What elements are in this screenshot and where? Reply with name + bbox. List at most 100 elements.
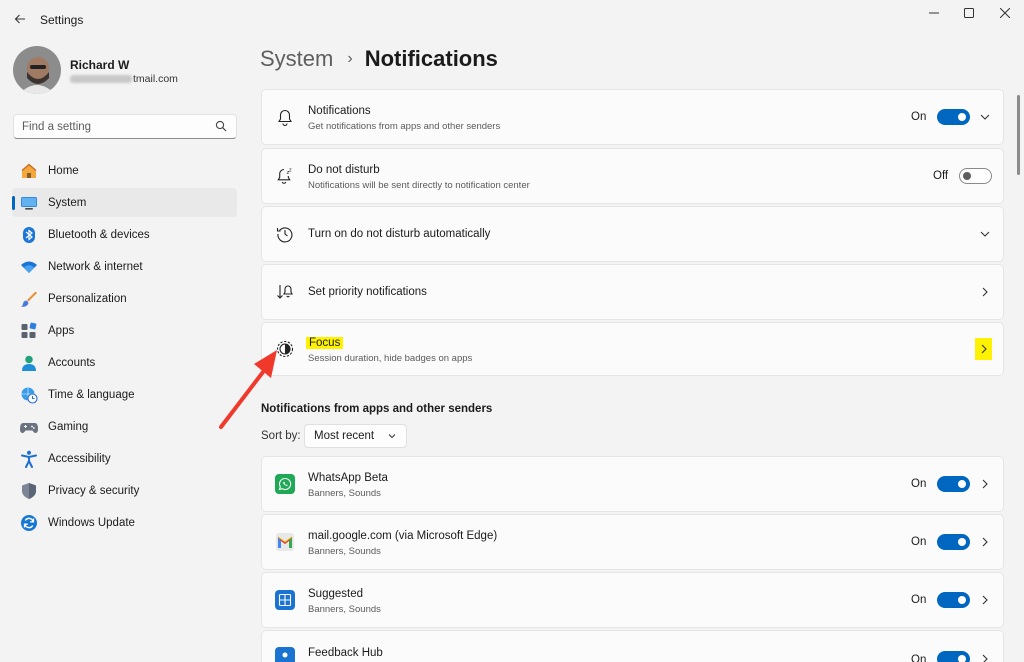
back-button[interactable] [8,7,32,31]
priority-notifications-setting[interactable]: Set priority notifications [261,264,1004,320]
app-row-gmail[interactable]: mail.google.com (via Microsoft Edge) Ban… [261,514,1004,570]
breadcrumb-separator: › [347,50,353,67]
app-title: Settings [40,13,84,27]
feedback-hub-icon [275,647,295,662]
minimize-button[interactable] [916,0,952,26]
focus-icon [275,339,295,359]
app-state: On [911,594,927,606]
notifications-setting[interactable]: Notifications Get notifications from app… [261,89,1004,145]
user-photo-icon [13,46,61,94]
sidebar-item-system[interactable]: System [12,188,237,217]
chevron-right-icon[interactable] [977,592,993,608]
sidebar-item-home[interactable]: Home [12,156,237,185]
app-row-feedback-hub[interactable]: Feedback Hub On [261,630,1004,662]
chevron-down-icon[interactable] [977,109,993,125]
focus-setting[interactable]: Focus Session duration, hide badges on a… [261,322,1004,376]
scrollbar-thumb[interactable] [1017,95,1020,175]
app-toggle[interactable] [937,651,970,662]
sidebar-item-label: Windows Update [48,516,135,529]
dnd-toggle[interactable] [959,168,992,184]
breadcrumb-parent[interactable]: System [260,46,333,72]
dnd-title: Do not disturb [308,164,380,176]
sidebar: Richard W tmail.com Home System Bluetoot… [0,38,248,662]
auto-dnd-setting[interactable]: Turn on do not disturb automatically [261,206,1004,262]
sidebar-item-network[interactable]: Network & internet [12,252,237,281]
avatar[interactable] [13,46,61,94]
sidebar-item-label: Privacy & security [48,484,140,497]
notifications-toggle[interactable] [937,109,970,125]
user-email: tmail.com [70,73,178,85]
search-input[interactable] [14,115,204,138]
notifications-subtitle: Get notifications from apps and other se… [308,121,501,132]
back-arrow-icon [14,14,25,24]
sidebar-item-bluetooth[interactable]: Bluetooth & devices [12,220,237,249]
sidebar-item-label: Accessibility [48,452,111,465]
app-name: mail.google.com (via Microsoft Edge) [308,530,498,542]
sidebar-item-label: Bluetooth & devices [48,228,150,241]
do-not-disturb-bell-icon: zz [275,166,295,186]
sidebar-item-windows-update[interactable]: Windows Update [12,508,237,537]
do-not-disturb-setting[interactable]: zz Do not disturb Notifications will be … [261,148,1004,204]
app-state: On [911,478,927,490]
close-button[interactable] [987,0,1023,26]
user-name: Richard W [70,58,130,72]
focus-subtitle: Session duration, hide badges on apps [308,353,473,364]
gmail-icon [275,532,295,552]
maximize-icon [964,8,974,18]
email-redaction [70,75,132,84]
sidebar-item-label: System [48,196,87,209]
app-toggle[interactable] [937,534,970,550]
bell-icon [275,107,295,127]
sidebar-item-accounts[interactable]: Accounts [12,348,237,377]
chevron-right-icon[interactable] [977,284,993,300]
app-toggle[interactable] [937,476,970,492]
sidebar-item-privacy[interactable]: Privacy & security [12,476,237,505]
minimize-icon [929,12,939,14]
sidebar-item-apps[interactable]: Apps [12,316,237,345]
user-email-suffix: tmail.com [133,73,178,85]
system-icon [19,193,39,213]
search-box[interactable] [13,114,237,139]
close-icon [1000,8,1010,18]
sidebar-item-label: Accounts [48,356,96,369]
wifi-icon [19,257,39,277]
app-detail: Banners, Sounds [308,488,381,499]
app-detail: Banners, Sounds [308,546,381,557]
sidebar-item-time-language[interactable]: Time & language [12,380,237,409]
home-icon [19,161,39,181]
maximize-button[interactable] [951,0,987,26]
bluetooth-icon [19,225,39,245]
focus-title: Focus [306,337,344,349]
sort-dropdown[interactable]: Most recent [304,424,407,448]
chevron-right-icon[interactable] [977,476,993,492]
app-name: Feedback Hub [308,647,383,659]
notifications-title: Notifications [308,105,371,117]
chevron-right-icon[interactable] [975,338,992,360]
suggested-icon [275,590,295,610]
sidebar-item-gaming[interactable]: Gaming [12,412,237,441]
dnd-state: Off [933,170,949,182]
chevron-down-icon[interactable] [977,226,993,242]
sort-value: Most recent [314,430,375,442]
app-detail: Banners, Sounds [308,604,381,615]
app-row-suggested[interactable]: Suggested Banners, Sounds On [261,572,1004,628]
notifications-state: On [911,111,927,123]
gamepad-icon [19,417,39,437]
auto-dnd-title: Turn on do not disturb automatically [308,228,491,240]
chevron-right-icon[interactable] [977,651,993,662]
update-icon [19,513,39,533]
priority-title: Set priority notifications [308,286,427,298]
sidebar-item-accessibility[interactable]: Accessibility [12,444,237,473]
sidebar-item-label: Network & internet [48,260,143,273]
accounts-icon [19,353,39,373]
sidebar-nav: Home System Bluetooth & devices Network … [12,156,237,540]
app-row-whatsapp[interactable]: WhatsApp Beta Banners, Sounds On [261,456,1004,512]
svg-text:z: z [289,168,292,174]
apps-section-heading: Notifications from apps and other sender… [261,403,493,415]
app-name: Suggested [308,588,363,600]
accessibility-icon [19,449,39,469]
app-toggle[interactable] [937,592,970,608]
chevron-down-icon [388,434,396,439]
sidebar-item-personalization[interactable]: Personalization [12,284,237,313]
chevron-right-icon[interactable] [977,534,993,550]
